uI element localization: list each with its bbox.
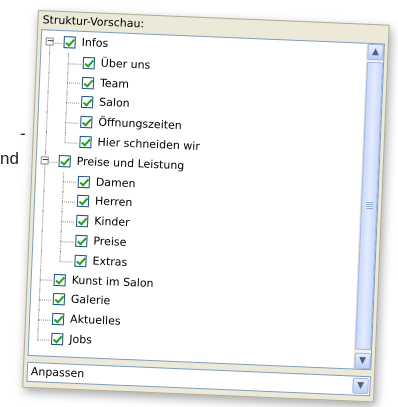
tree-guide-line <box>45 131 47 152</box>
checkbox[interactable] <box>82 56 96 70</box>
scroll-down-button[interactable]: ▼ <box>354 352 371 370</box>
template-select-value: Anpassen <box>30 365 85 381</box>
checkbox[interactable] <box>80 96 94 109</box>
panel-title: Struktur-Vorschau: <box>42 13 145 31</box>
tree-node-label: Öffnungszeiten <box>98 115 183 133</box>
tree-guide-line <box>42 190 45 211</box>
checkbox[interactable] <box>75 214 89 228</box>
tree-node-label: Salon <box>98 96 130 111</box>
tree-node-label: Über uns <box>100 56 151 72</box>
tree-guide-line <box>59 250 61 261</box>
structure-preview-window: Struktur-Vorschau: − Infos Über uns Team Sal… <box>22 10 390 403</box>
tree-node-label: Hier schneiden wir <box>97 135 201 153</box>
tree-guide-line <box>43 170 46 191</box>
tree-branch-line <box>66 102 80 105</box>
tree-node-label: Kinder <box>93 214 130 230</box>
checkbox[interactable] <box>80 116 93 129</box>
tree-branch-line <box>59 260 73 263</box>
chevron-up-icon: ▲ <box>371 47 380 58</box>
checkbox[interactable] <box>79 135 92 149</box>
tree-node-label: Extras <box>92 254 128 269</box>
tree-guide-line <box>46 91 49 112</box>
tree-node-label: Infos <box>81 35 109 50</box>
checkbox[interactable] <box>74 254 87 268</box>
background-text-fragment: nd <box>0 149 19 168</box>
checkbox[interactable] <box>50 332 64 346</box>
tree-guide-line <box>40 250 42 270</box>
tree-node-label: Aktuelles <box>69 312 121 328</box>
tree-branch-line <box>61 221 75 223</box>
tree-branch-line <box>60 240 74 243</box>
collapse-toggle[interactable]: − <box>45 36 54 47</box>
checkbox[interactable] <box>51 313 65 326</box>
tree-branch-line <box>62 181 76 184</box>
tree-node-label: Jobs <box>68 332 93 347</box>
tree-branch-line <box>38 319 51 321</box>
tree-view[interactable]: − Infos Über uns Team Salon Öffnungszeiten Hie… <box>27 29 385 371</box>
checkbox[interactable] <box>81 76 95 89</box>
tree-node-label: Herren <box>94 194 133 210</box>
background-text-fragment: - <box>20 124 26 143</box>
checkbox[interactable] <box>77 175 91 188</box>
grip-icon <box>365 200 374 210</box>
tree-guide-line <box>64 132 66 143</box>
tree-branch-line <box>61 201 75 203</box>
tree-guide-line <box>41 210 44 231</box>
tree-guide-line <box>45 111 48 132</box>
tree-node-label: Damen <box>95 175 136 190</box>
checkbox[interactable] <box>75 234 88 248</box>
collapse-toggle[interactable]: − <box>40 155 49 165</box>
tree-branch-line <box>66 82 80 85</box>
tree-branch-line <box>65 122 79 124</box>
tree-node-label: Preise und Leistung <box>76 154 185 173</box>
chevron-down-icon: ▼ <box>358 355 367 367</box>
tree-branch-line <box>38 299 51 302</box>
structure-preview-panel: Struktur-Vorschau: − Infos Über uns Team Sal… <box>22 10 390 403</box>
checkbox[interactable] <box>76 195 90 208</box>
tree-node-label: Team <box>99 76 130 91</box>
tree-branch-line <box>37 339 50 341</box>
tree-guide-line <box>48 52 51 73</box>
tree-node-label: Preise <box>93 234 127 249</box>
tree-guide-line <box>37 329 39 340</box>
scroll-up-button[interactable]: ▲ <box>367 43 384 61</box>
chevron-down-icon: ▼ <box>356 380 365 391</box>
checkbox[interactable] <box>63 36 76 49</box>
dropdown-button[interactable]: ▼ <box>352 377 369 395</box>
checkbox[interactable] <box>53 273 66 286</box>
checkbox[interactable] <box>58 154 71 168</box>
tree-branch-line <box>67 62 81 65</box>
tree-guide-line <box>40 230 43 251</box>
tree-list: − Infos Über uns Team Salon Öffnungszeiten Hie… <box>29 32 366 368</box>
tree-branch-line <box>64 142 78 144</box>
checkbox[interactable] <box>52 293 66 306</box>
tree-node-label: Kunst im Salon <box>71 273 154 290</box>
tree-node-label: Galerie <box>70 292 111 308</box>
tree-branch-line <box>39 279 52 282</box>
tree-guide-line <box>47 72 50 92</box>
